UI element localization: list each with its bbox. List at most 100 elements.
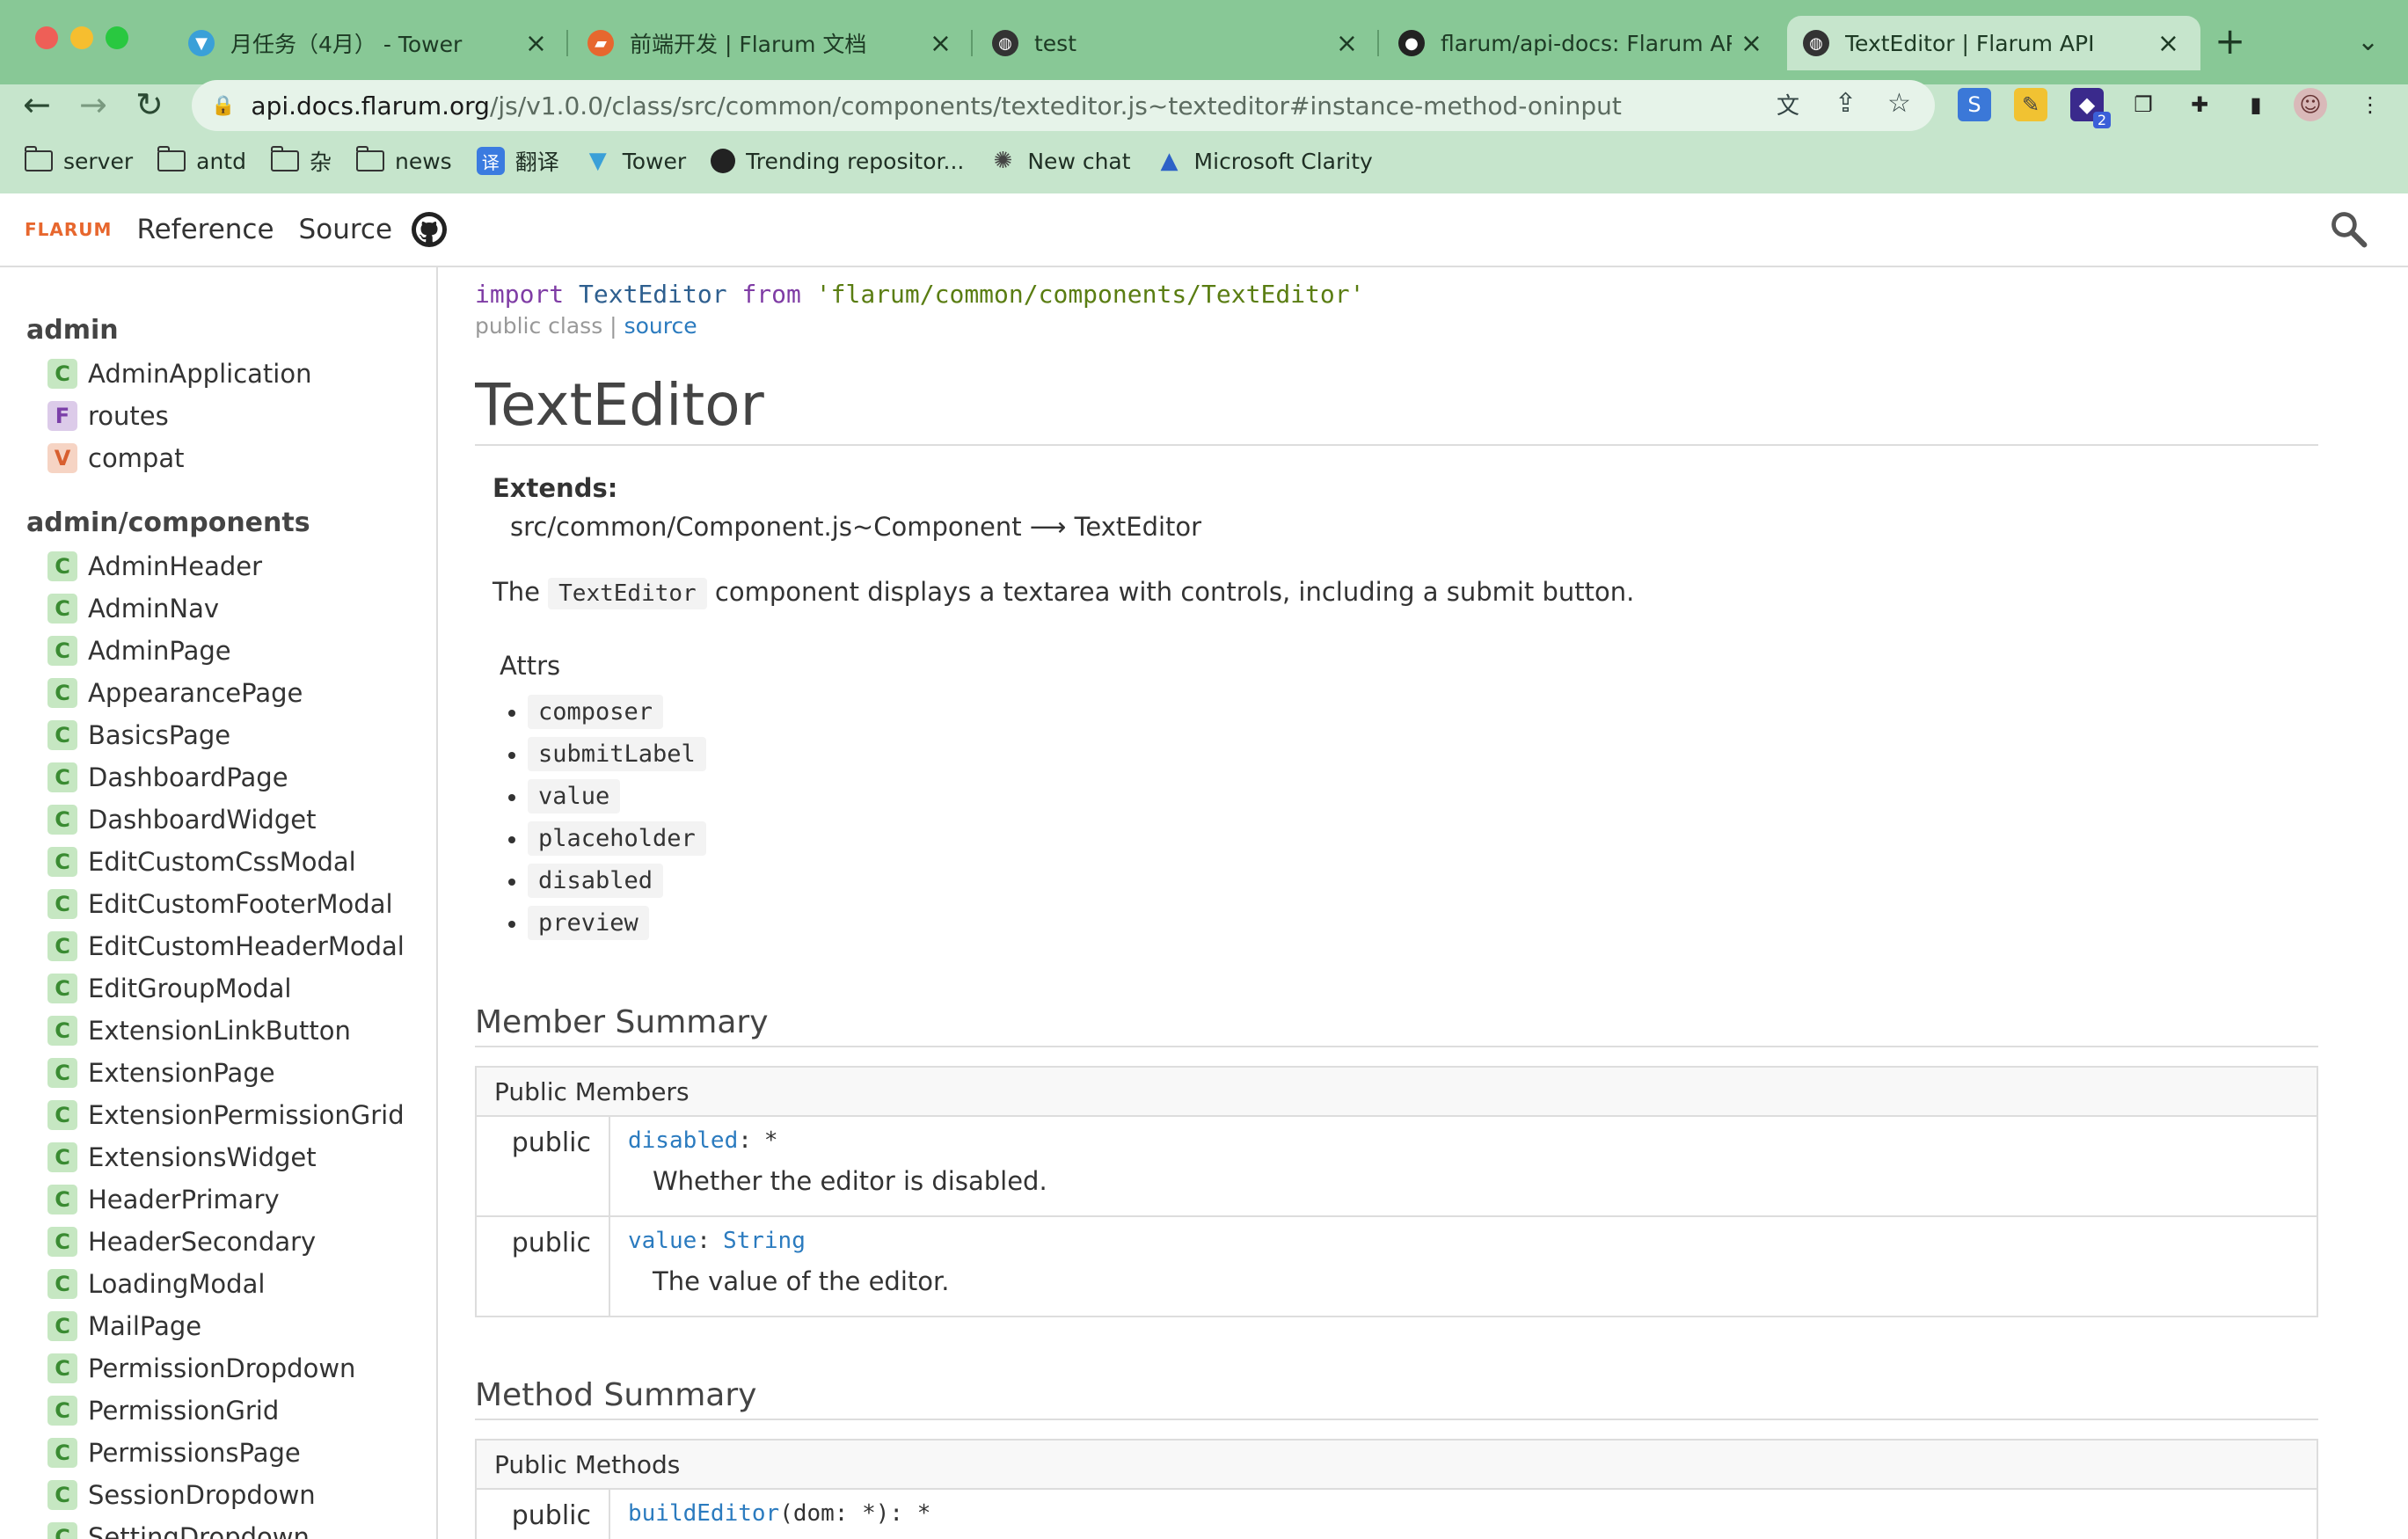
sidebar-item-label: HeaderSecondary	[88, 1227, 317, 1257]
method-name-link[interactable]: buildEditor	[628, 1500, 779, 1527]
method-summary-title: Method Summary	[475, 1377, 2318, 1420]
nav-reference-link[interactable]: Reference	[136, 214, 274, 245]
translate-page-icon[interactable]: 文	[1777, 88, 1799, 120]
sidebar-item[interactable]: C AdminPage	[47, 630, 436, 672]
profile-avatar[interactable]: ☺	[2294, 88, 2327, 121]
public-members-table: Public Members public disabled: * Whether t…	[475, 1066, 2318, 1317]
sidebar-group-title[interactable]: admin/components	[26, 507, 436, 538]
member-type[interactable]: String	[723, 1228, 806, 1254]
globe-icon: ◍	[1803, 30, 1829, 56]
sidebar-item[interactable]: C BasicsPage	[47, 714, 436, 756]
extension-s-icon[interactable]: S	[1958, 88, 1991, 121]
sidebar-item[interactable]: C HeaderSecondary	[47, 1221, 436, 1263]
bookmark-item[interactable]: Trending repositor...	[711, 149, 964, 174]
close-tab-icon[interactable]: ×	[2157, 28, 2179, 59]
sidebar-item[interactable]: C AdminApplication	[47, 353, 436, 395]
clarity-icon: ▲	[1160, 148, 1178, 174]
extension-cube-icon[interactable]: ◆ 2	[2070, 88, 2111, 128]
source-link[interactable]: source	[624, 313, 697, 339]
sidebar-item[interactable]: C DashboardPage	[47, 756, 436, 799]
sidebar-item[interactable]: C LoadingModal	[47, 1263, 436, 1305]
member-name-link[interactable]: value	[628, 1228, 697, 1254]
close-tab-icon[interactable]: ×	[1336, 28, 1358, 59]
kind-badge: C	[47, 889, 77, 919]
sidebar-item[interactable]: C ExtensionLinkButton	[47, 1010, 436, 1052]
bookmark-item[interactable]: ▲ Microsoft Clarity	[1156, 147, 1373, 175]
sidebar-item[interactable]: C PermissionsPage	[47, 1432, 436, 1474]
maximize-window-button[interactable]	[106, 26, 128, 49]
sidebar-item[interactable]: C EditCustomFooterModal	[47, 883, 436, 925]
sidebar-item[interactable]: C PermissionGrid	[47, 1389, 436, 1432]
sidebar-item[interactable]: C DashboardWidget	[47, 799, 436, 841]
minimize-window-button[interactable]	[70, 26, 93, 49]
browser-menu-icon[interactable]: ⋮	[2353, 88, 2387, 121]
bookmark-item[interactable]: news	[356, 146, 452, 175]
bookmark-item[interactable]: ▼ Tower	[584, 147, 686, 175]
address-bar[interactable]: 🔒 api.docs.flarum.org/js/v1.0.0/class/sr…	[192, 80, 1935, 131]
reload-button[interactable]: ↻	[135, 83, 164, 127]
bookmark-label: 翻译	[514, 150, 559, 175]
sidebar-item[interactable]: C EditGroupModal	[47, 967, 436, 1010]
sidebar-item-label: ExtensionsWidget	[88, 1142, 317, 1172]
search-icon[interactable]	[2329, 209, 2368, 248]
sidebar-item[interactable]: Froutes	[47, 395, 436, 437]
sidebar-item[interactable]: C MailPage	[47, 1305, 436, 1347]
close-tab-icon[interactable]: ×	[525, 28, 547, 59]
kind-badge: C	[47, 1353, 77, 1383]
translate-icon: 译	[476, 147, 505, 175]
sidebar-item[interactable]: C EditCustomHeaderModal	[47, 925, 436, 967]
main-content: import TextEditor from 'flarum/common/co…	[475, 267, 2322, 1539]
close-tab-icon[interactable]: ×	[930, 28, 952, 59]
tab-title: test	[1034, 30, 1077, 56]
browser-tab-3[interactable]: ● flarum/api-docs: Flarum API D ×	[1383, 16, 1784, 70]
bookmark-item[interactable]: 杂	[270, 145, 332, 177]
extends-chain[interactable]: src/common/Component.js~Component ⟶ Text…	[510, 512, 1201, 542]
sidebar-item[interactable]: C ExtensionsWidget	[47, 1136, 436, 1178]
tab-groups-icon[interactable]: ❐	[2127, 88, 2160, 121]
sidebar-item[interactable]: C EditCustomCssModal	[47, 841, 436, 883]
bookmark-item[interactable]: antd	[157, 146, 246, 175]
browser-tab-1[interactable]: ▰ 前端开发 | Flarum 文档 ×	[572, 16, 973, 70]
sidebar-item[interactable]: C HeaderPrimary	[47, 1178, 436, 1221]
sidebar-group-title[interactable]: admin	[26, 315, 436, 346]
sidebar-item[interactable]: C ExtensionPage	[47, 1052, 436, 1094]
flarum-logo[interactable]: FLARUM	[25, 219, 112, 240]
browser-tab-2[interactable]: ◍ test ×	[976, 16, 1379, 70]
sidebar-item[interactable]: C SettingDropdown	[47, 1516, 436, 1539]
browser-tab-0[interactable]: ▼ 月任务（4月） - Tower ×	[172, 16, 568, 70]
sidebar-item[interactable]: C PermissionDropdown	[47, 1347, 436, 1389]
new-tab-button[interactable]: +	[2215, 23, 2245, 60]
site-header: FLARUM Reference Source	[0, 193, 2408, 267]
bookmark-label: antd	[196, 148, 246, 174]
kind-badge: C	[47, 1100, 77, 1130]
sidebar-item[interactable]: C AdminNav	[47, 587, 436, 630]
sidebar-item[interactable]: C SessionDropdown	[47, 1474, 436, 1516]
member-detail: value: String The value of the editor.	[609, 1215, 2318, 1317]
nav-source-link[interactable]: Source	[299, 214, 392, 245]
extensions-puzzle-icon[interactable]: ✚	[2183, 88, 2216, 121]
bookmark-item[interactable]: server	[25, 146, 133, 175]
share-icon[interactable]: ⇪	[1835, 88, 1857, 119]
kind-badge: C	[47, 720, 77, 750]
extension-ranger-icon[interactable]: ✎	[2014, 88, 2047, 121]
tab-title: TextEditor | Flarum API	[1845, 30, 2095, 56]
sidebar-item[interactable]: Vcompat	[47, 437, 436, 479]
sidebar-item-label: compat	[88, 443, 185, 473]
browser-tab-4[interactable]: ◍ TextEditor | Flarum API ×	[1787, 16, 2200, 70]
github-icon[interactable]	[412, 212, 448, 247]
bookmark-label: Microsoft Clarity	[1193, 148, 1373, 174]
close-window-button[interactable]	[35, 26, 58, 49]
close-tab-icon[interactable]: ×	[1740, 28, 1762, 59]
openai-icon: ✺	[993, 148, 1013, 174]
bookmark-item[interactable]: 译翻译	[476, 145, 559, 177]
tab-search-icon[interactable]: ⌄	[2357, 26, 2379, 57]
back-button[interactable]: ←	[23, 83, 51, 127]
forward-button[interactable]: →	[79, 83, 107, 127]
sidebar-item[interactable]: C ExtensionPermissionGrid	[47, 1094, 436, 1136]
bookmark-star-icon[interactable]: ☆	[1887, 88, 1911, 119]
member-name-link[interactable]: disabled	[628, 1127, 738, 1154]
sidebar-item[interactable]: C AppearancePage	[47, 672, 436, 714]
sidebar-item[interactable]: C AdminHeader	[47, 545, 436, 587]
side-panel-icon[interactable]: ▮	[2239, 88, 2273, 121]
bookmark-item[interactable]: ✺ New chat	[989, 147, 1130, 175]
